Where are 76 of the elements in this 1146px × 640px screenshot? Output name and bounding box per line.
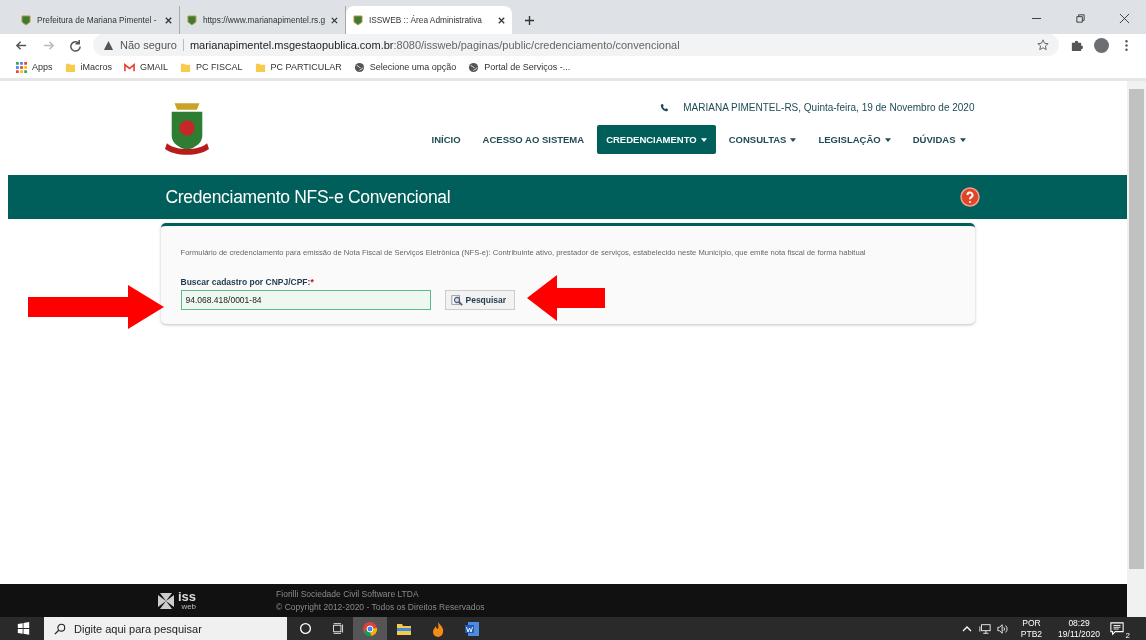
help-icon[interactable] xyxy=(959,187,980,207)
crest-icon xyxy=(352,14,364,26)
location-date: MARIANA PIMENTEL-RS, Quinta-feira, 19 de Novembro de 2020 xyxy=(683,102,975,113)
nav-menu-item[interactable]: CONSULTAS xyxy=(719,125,806,154)
cnpj-input-field[interactable]: 94.068.418/0001-84 xyxy=(180,290,431,310)
tab-title: Prefeitura de Mariana Pimentel - xyxy=(37,15,158,25)
avatar-circle[interactable] xyxy=(1094,37,1109,53)
page-title: Credenciamento NFS-e Convencional xyxy=(165,186,451,208)
security-label: Não seguro xyxy=(120,39,184,51)
bookmark[interactable]: Portal de Serviços -... xyxy=(468,61,571,73)
close-icon[interactable] xyxy=(164,15,173,25)
restore-icon[interactable] xyxy=(1075,13,1086,24)
url-text: marianapimentel.msgestaopublica.com.br:8080/issweb/paginas/public/credenciamento/convencional xyxy=(189,39,680,51)
windows-start-icon[interactable] xyxy=(17,622,30,635)
nav-menu-item[interactable]: INÍCIO xyxy=(422,125,470,154)
magnifier-icon xyxy=(450,294,463,306)
keyboard-layout-text[interactable]: PTB2 xyxy=(1020,628,1043,639)
logo-subtext: web xyxy=(181,603,197,611)
bookmark[interactable]: iMacros xyxy=(64,61,113,73)
network-icon[interactable] xyxy=(978,622,991,635)
puzzle-icon[interactable] xyxy=(1070,38,1083,52)
caret-icon xyxy=(884,137,891,142)
close-icon[interactable] xyxy=(497,15,506,25)
mail-icon xyxy=(124,61,136,73)
bookmark[interactable]: PC PARTICULAR xyxy=(254,61,342,73)
bookmark[interactable]: Selecione uma opção xyxy=(353,61,457,73)
caret-icon xyxy=(790,137,797,142)
language-text[interactable]: POR xyxy=(1022,618,1041,629)
nav-menu-item[interactable]: LEGISLAÇÃO xyxy=(809,125,900,154)
taskbar-app[interactable] xyxy=(353,617,387,640)
bookmark[interactable]: Apps xyxy=(16,61,53,73)
phone-icon xyxy=(660,103,670,112)
nav-menu-item[interactable]: ACESSO AO SISTEMA xyxy=(473,125,594,154)
word-icon xyxy=(464,620,480,637)
apps-grid-icon xyxy=(16,61,27,73)
tab-title: ISSWEB :: Área Administrativa xyxy=(369,15,483,25)
warning-icon xyxy=(103,39,114,51)
bookmark[interactable]: PC FISCAL xyxy=(180,61,243,73)
crest-icon xyxy=(20,14,32,26)
notification-icon[interactable] xyxy=(1110,621,1124,636)
browser-tab[interactable]: ISSWEB :: Área Administrativa xyxy=(346,6,512,34)
address-bar[interactable]: Não seguro marianapimentel.msgestaopublica.com.br:8080/issweb/paginas/public/credenciamento/convencional xyxy=(93,34,1059,56)
nav-menu-item[interactable]: DÚVIDAS xyxy=(903,125,975,154)
new-tab-icon[interactable] xyxy=(524,15,535,26)
tab-title: https://www.marianapimentel.rs.g xyxy=(202,15,326,25)
caret-icon xyxy=(700,137,707,142)
notification-count: 2 xyxy=(1123,630,1132,640)
clock-date[interactable]: 19/11/2020 xyxy=(1058,628,1100,639)
globe-icon xyxy=(468,61,480,73)
field-label: Buscar cadastro por CNPJ/CPF:* xyxy=(180,277,315,287)
logo-text: iss xyxy=(178,590,197,603)
close-icon[interactable] xyxy=(1119,13,1130,24)
crest-icon xyxy=(186,14,198,26)
search-icon xyxy=(54,622,66,635)
folder-icon xyxy=(180,61,192,73)
taskbar-search-field[interactable]: Digite aqui para pesquisar xyxy=(44,617,287,640)
folder-icon xyxy=(64,61,76,73)
footer-text: © Copyright 2012-2020 - Todos os Direitos Reservados xyxy=(276,602,485,612)
reload-icon[interactable] xyxy=(69,38,82,52)
caret-icon xyxy=(959,137,966,142)
pinwheel-logo-icon xyxy=(156,590,176,611)
footer-text: Fiorilli Sociedade Civil Software LTDA xyxy=(276,589,420,599)
search-button[interactable]: Pesquisar xyxy=(444,290,516,310)
folder-icon xyxy=(254,61,266,73)
bookmark[interactable]: GMAIL xyxy=(124,61,169,73)
nav-menu-item[interactable]: CREDENCIAMENTO xyxy=(597,125,716,154)
speaker-icon[interactable] xyxy=(996,622,1009,635)
flame-icon xyxy=(430,620,446,637)
cortana-circle-icon[interactable] xyxy=(299,622,312,635)
task-view-icon[interactable] xyxy=(332,622,345,635)
star-icon[interactable] xyxy=(1037,39,1049,51)
close-icon[interactable] xyxy=(330,15,339,25)
chrome-icon xyxy=(362,620,378,637)
globe-icon xyxy=(353,61,365,73)
scrollbar[interactable] xyxy=(1127,81,1146,617)
clock-time[interactable]: 08:29 xyxy=(1068,618,1090,629)
